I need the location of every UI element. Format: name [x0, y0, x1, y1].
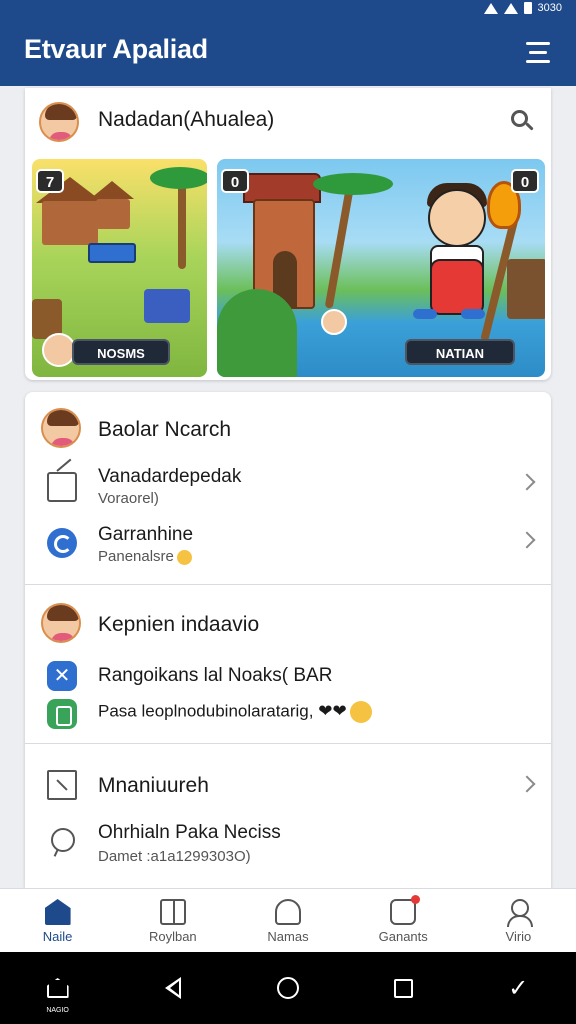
level-badge: 0 [221, 169, 249, 193]
home-icon [44, 899, 71, 925]
signal-icon [483, 2, 498, 14]
palm-tree-illustration [324, 189, 354, 309]
game-thumbnail-2[interactable]: 0 0 NATIAN [217, 159, 545, 377]
section-title: Kepnien indaavio [98, 613, 260, 636]
system-home-button[interactable]: NAGIO [38, 968, 78, 1014]
character-avatar [42, 333, 76, 367]
home-outline-icon [46, 978, 69, 998]
emoji-icon [176, 549, 192, 565]
system-back-button[interactable] [153, 968, 193, 1008]
section-avatar [41, 603, 81, 643]
nav-label: Namas [267, 929, 309, 944]
main-content[interactable]: Nadadan(Ahualea) 7 NOSMS 0 0 NATIAN Baol… [0, 86, 576, 888]
status-bar: 3030 [0, 0, 576, 16]
square-icon [393, 978, 413, 998]
list-item-title: Rangoikans lal Noaks( BAR [98, 665, 333, 686]
list-item-title: Garranhine [98, 524, 194, 545]
app-title: Etvaur Apaliad [24, 34, 208, 64]
battery-icon [523, 2, 532, 14]
section-2: Kepnien indaavio ✕ Rangoikans lal Noaks(… [25, 585, 551, 743]
palm-tree-illustration [178, 179, 186, 269]
list-item-title: Vanadardepedak [98, 466, 242, 487]
reward-badge: 0 [511, 169, 539, 193]
nav-label: Virio [505, 929, 532, 944]
hut-illustration [42, 201, 98, 245]
character-swimming [321, 309, 347, 335]
emoji-icon [349, 701, 372, 723]
section-title: Baolar Ncarch [98, 418, 232, 441]
frame-icon [47, 770, 77, 800]
section-3[interactable]: Mnaniuureh Ohrhialn Paka Neciss Damet :a… [25, 744, 551, 888]
back-icon [164, 977, 181, 999]
settings-list-card: Baolar Ncarch Vanadardepedak Voraorel) G… [25, 392, 551, 888]
list-item-subtitle: Voraorel) [98, 490, 159, 507]
list-item-title: Ohrhialn Paka Neciss [98, 822, 281, 843]
nav-item-hill[interactable]: Namas [230, 889, 345, 952]
check-icon: ✓ [508, 974, 529, 1002]
system-recents-button[interactable] [383, 968, 423, 1008]
sign-illustration [88, 243, 136, 263]
system-action-button[interactable]: ✓ [498, 968, 538, 1008]
app-bar: Etvaur Apaliad [0, 16, 576, 86]
list-item-subtitle: Panenalsre [98, 548, 192, 565]
section-1: Baolar Ncarch Vanadardepedak Voraorel) G… [25, 392, 551, 584]
nav-item-game[interactable]: Ganants [346, 889, 461, 952]
nav-item-home[interactable]: Naile [0, 889, 115, 952]
game-thumbnail-1[interactable]: 7 NOSMS [32, 159, 207, 377]
chevron-right-icon [518, 531, 536, 549]
system-overview-button[interactable] [268, 968, 308, 1008]
level-badge: 7 [36, 169, 64, 193]
x-tool-icon: ✕ [47, 661, 77, 691]
status-time: 3030 [537, 2, 562, 14]
nav-label: Naile [42, 929, 73, 944]
chevron-right-icon [518, 775, 536, 793]
section-avatar [41, 408, 81, 448]
sync-icon [47, 528, 77, 558]
nav-item-profile[interactable]: Virio [461, 889, 576, 952]
menu-button[interactable] [522, 36, 554, 68]
nav-item-book[interactable]: Roylban [115, 889, 230, 952]
hero-character [428, 189, 486, 247]
chevron-right-icon [518, 473, 536, 491]
section-title: Mnaniuureh [98, 774, 209, 797]
game-icon [390, 895, 421, 925]
system-home-label: NAGIO [46, 1007, 69, 1014]
edit-doc-icon [47, 472, 77, 502]
hill-icon [275, 899, 301, 925]
wifi-icon [503, 2, 518, 14]
list-item-subtitle: Damet :a1a1299303O) [98, 848, 251, 865]
user-icon [505, 899, 534, 927]
featured-header: Nadadan(Ahualea) [98, 108, 275, 131]
nav-label: Roylban [148, 929, 197, 944]
bottom-navigation: Naile Roylban Namas Ganants Virio [0, 888, 576, 952]
status-icons: 3030 [483, 0, 562, 16]
thumbnail-label: NATIAN [405, 339, 515, 365]
clipboard-icon [47, 699, 77, 729]
search-button[interactable] [509, 108, 535, 134]
thumbnail-label: NOSMS [72, 339, 170, 365]
menu-icon [526, 41, 550, 45]
avatar[interactable] [39, 102, 79, 142]
circle-icon [276, 977, 299, 999]
list-item-title: Pasa leoplnodubinolaratarig, ❤❤ [98, 701, 372, 723]
chat-bubble-icon [51, 828, 75, 852]
nav-label: Ganants [378, 929, 428, 944]
book-icon [159, 899, 186, 925]
featured-card: Nadadan(Ahualea) 7 NOSMS 0 0 NATIAN [25, 88, 551, 380]
system-navigation: NAGIO ✓ [0, 952, 576, 1024]
